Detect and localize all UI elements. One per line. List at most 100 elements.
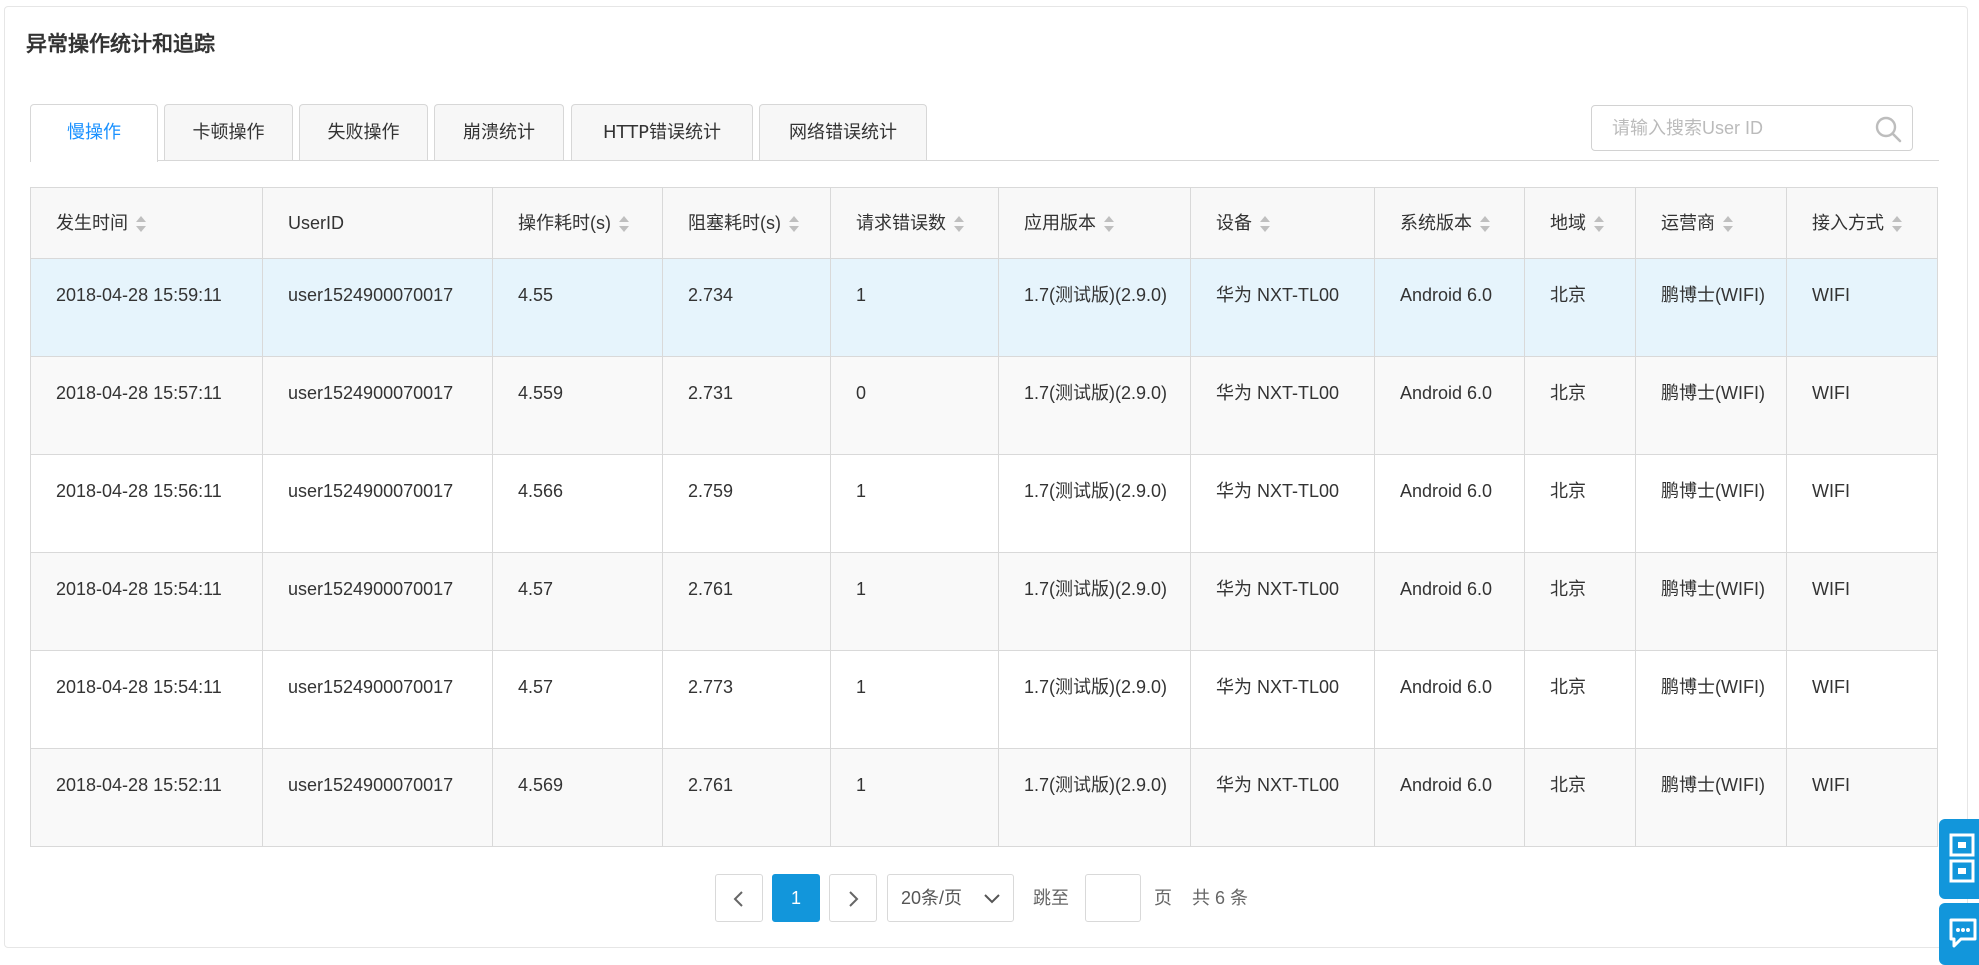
- total-count: 共 6 条: [1192, 888, 1249, 908]
- cell-request-errors: 1: [830, 454, 999, 553]
- cell-request-errors: 1: [830, 552, 999, 651]
- table-header-row: 发生时间 UserID 操作耗时(s) 阻塞耗时(s) 请求错误数 应用版本 设…: [30, 187, 1938, 259]
- page-size-select[interactable]: 20条/页: [887, 874, 1014, 922]
- table-row[interactable]: 2018-04-28 15:59:11 user1524900070017 4.…: [30, 258, 1938, 357]
- cell-userid: user1524900070017: [262, 356, 493, 455]
- sort-icon: [1723, 215, 1733, 232]
- cell-device: 华为 NXT-TL00: [1190, 356, 1375, 455]
- search-icon[interactable]: [1874, 115, 1902, 143]
- sort-icon: [1104, 215, 1114, 232]
- table-row[interactable]: 2018-04-28 15:52:11 user1524900070017 4.…: [30, 748, 1938, 847]
- cell-carrier: 鹏博士(WIFI): [1635, 650, 1787, 749]
- cell-block-duration: 2.734: [662, 258, 831, 357]
- cell-app-version: 1.7(测试版)(2.9.0): [998, 748, 1191, 847]
- tab-crash-stats[interactable]: 崩溃统计: [434, 104, 564, 160]
- cell-block-duration: 2.759: [662, 454, 831, 553]
- search-input[interactable]: [1592, 106, 1882, 150]
- tab-network-error-stats[interactable]: 网络错误统计: [759, 104, 927, 160]
- column-header-block-duration[interactable]: 阻塞耗时(s): [662, 187, 831, 259]
- cell-operation-duration: 4.569: [492, 748, 663, 847]
- column-header-access-type[interactable]: 接入方式: [1786, 187, 1938, 259]
- cell-carrier: 鹏博士(WIFI): [1635, 258, 1787, 357]
- cell-block-duration: 2.731: [662, 356, 831, 455]
- sort-icon: [1594, 215, 1604, 232]
- sort-icon: [619, 215, 629, 232]
- cell-app-version: 1.7(测试版)(2.9.0): [998, 552, 1191, 651]
- cell-carrier: 鹏博士(WIFI): [1635, 356, 1787, 455]
- cell-time: 2018-04-28 15:54:11: [30, 552, 263, 651]
- sort-icon: [954, 215, 964, 232]
- tab-failed-operations[interactable]: 失败操作: [299, 104, 428, 160]
- cell-app-version: 1.7(测试版)(2.9.0): [998, 258, 1191, 357]
- column-header-userid: UserID: [262, 187, 493, 259]
- column-header-app-version[interactable]: 应用版本: [998, 187, 1191, 259]
- cell-access-type: WIFI: [1786, 454, 1938, 553]
- cell-app-version: 1.7(测试版)(2.9.0): [998, 356, 1191, 455]
- tab-stutter-operations[interactable]: 卡顿操作: [164, 104, 293, 160]
- sort-icon: [1260, 215, 1270, 232]
- cell-request-errors: 1: [830, 650, 999, 749]
- cell-operation-duration: 4.57: [492, 650, 663, 749]
- column-header-request-errors[interactable]: 请求错误数: [830, 187, 999, 259]
- table-row[interactable]: 2018-04-28 15:54:11 user1524900070017 4.…: [30, 552, 1938, 651]
- cell-operation-duration: 4.55: [492, 258, 663, 357]
- cell-request-errors: 1: [830, 258, 999, 357]
- table-row[interactable]: 2018-04-28 15:57:11 user1524900070017 4.…: [30, 356, 1938, 455]
- cell-access-type: WIFI: [1786, 650, 1938, 749]
- column-header-os-version[interactable]: 系统版本: [1374, 187, 1525, 259]
- table-row[interactable]: 2018-04-28 15:54:11 user1524900070017 4.…: [30, 650, 1938, 749]
- chat-icon: [1949, 918, 1977, 948]
- cell-userid: user1524900070017: [262, 552, 493, 651]
- tab-http-error-stats[interactable]: HTTP错误统计: [571, 104, 753, 160]
- column-header-operation-duration[interactable]: 操作耗时(s): [492, 187, 663, 259]
- chat-button[interactable]: [1939, 903, 1979, 965]
- cell-os-version: Android 6.0: [1374, 748, 1525, 847]
- prev-page-button[interactable]: [715, 874, 763, 922]
- cell-app-version: 1.7(测试版)(2.9.0): [998, 454, 1191, 553]
- column-header-region[interactable]: 地域: [1524, 187, 1636, 259]
- cell-request-errors: 1: [830, 748, 999, 847]
- cell-os-version: Android 6.0: [1374, 650, 1525, 749]
- table-row[interactable]: 2018-04-28 15:56:11 user1524900070017 4.…: [30, 454, 1938, 553]
- cell-carrier: 鹏博士(WIFI): [1635, 552, 1787, 651]
- cell-userid: user1524900070017: [262, 258, 493, 357]
- sort-icon: [1480, 215, 1490, 232]
- tab-slow-operations[interactable]: 慢操作: [30, 104, 158, 162]
- cell-block-duration: 2.761: [662, 748, 831, 847]
- cell-access-type: WIFI: [1786, 356, 1938, 455]
- page-title: 异常操作统计和追踪: [26, 32, 215, 56]
- cell-region: 北京: [1524, 748, 1636, 847]
- search-box: [1591, 105, 1913, 151]
- cell-device: 华为 NXT-TL00: [1190, 650, 1375, 749]
- cell-time: 2018-04-28 15:52:11: [30, 748, 263, 847]
- cell-access-type: WIFI: [1786, 258, 1938, 357]
- jump-page-input[interactable]: [1085, 874, 1141, 922]
- cell-userid: user1524900070017: [262, 650, 493, 749]
- cell-region: 北京: [1524, 258, 1636, 357]
- column-header-time[interactable]: 发生时间: [30, 187, 263, 259]
- operations-table: 发生时间 UserID 操作耗时(s) 阻塞耗时(s) 请求错误数 应用版本 设…: [30, 187, 1938, 847]
- cell-access-type: WIFI: [1786, 748, 1938, 847]
- cell-time: 2018-04-28 15:54:11: [30, 650, 263, 749]
- cell-operation-duration: 4.57: [492, 552, 663, 651]
- jump-label: 跳至: [1033, 888, 1069, 908]
- cell-userid: user1524900070017: [262, 748, 493, 847]
- chevron-right-icon: [849, 891, 859, 907]
- cell-device: 华为 NXT-TL00: [1190, 552, 1375, 651]
- cell-access-type: WIFI: [1786, 552, 1938, 651]
- cell-os-version: Android 6.0: [1374, 356, 1525, 455]
- cell-request-errors: 0: [830, 356, 999, 455]
- cell-operation-duration: 4.566: [492, 454, 663, 553]
- qrcode-icon: [1949, 833, 1975, 883]
- page-button-1[interactable]: 1: [772, 874, 820, 922]
- column-header-carrier[interactable]: 运营商: [1635, 187, 1787, 259]
- cell-region: 北京: [1524, 356, 1636, 455]
- cell-os-version: Android 6.0: [1374, 454, 1525, 553]
- next-page-button[interactable]: [829, 874, 877, 922]
- qrcode-button[interactable]: [1939, 819, 1979, 899]
- cell-device: 华为 NXT-TL00: [1190, 258, 1375, 357]
- column-header-device[interactable]: 设备: [1190, 187, 1375, 259]
- page-size-label: 20条/页: [901, 888, 963, 908]
- cell-carrier: 鹏博士(WIFI): [1635, 748, 1787, 847]
- cell-device: 华为 NXT-TL00: [1190, 454, 1375, 553]
